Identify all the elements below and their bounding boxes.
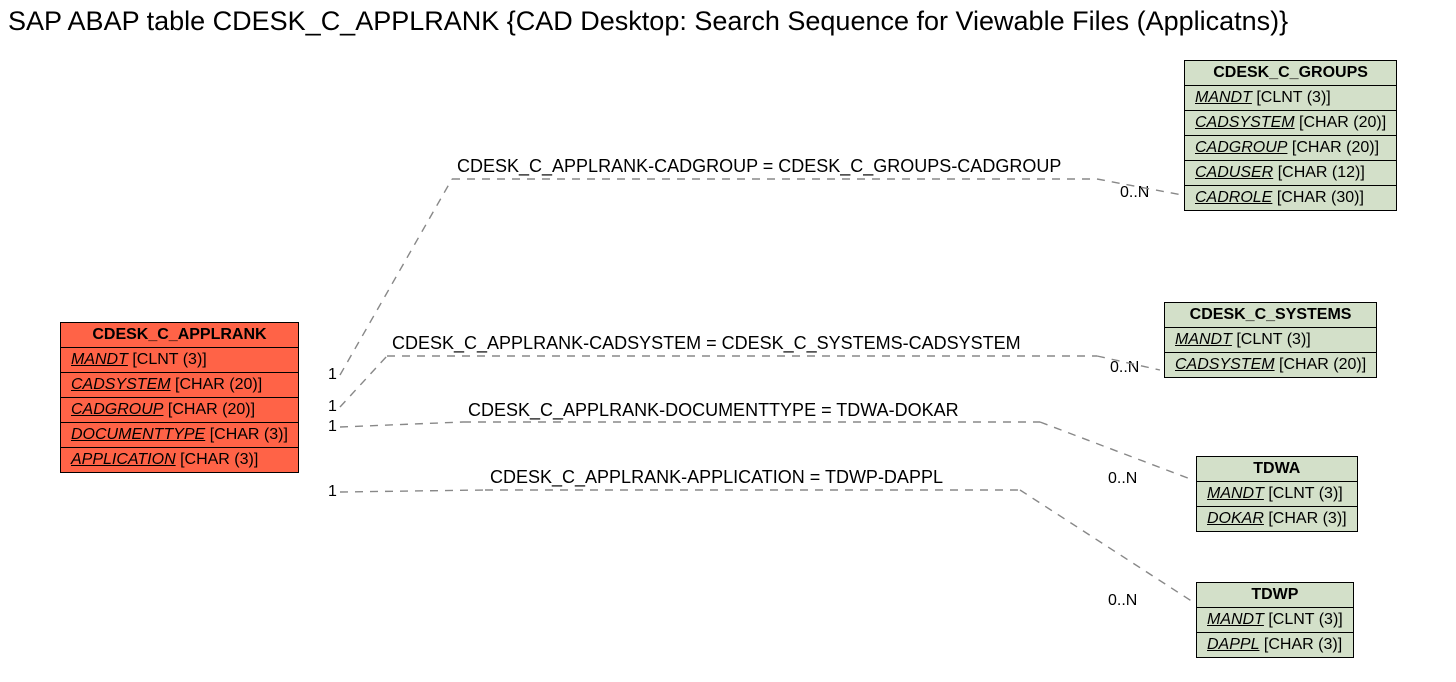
table-cdesk-c-applrank: CDESK_C_APPLRANK MANDT [CLNT (3)] CADSYS… [60,322,299,473]
field-row: MANDT [CLNT (3)] [1197,482,1358,507]
field-row: DOCUMENTTYPE [CHAR (3)] [61,423,299,448]
cardinality-right-4: 0..N [1108,592,1137,610]
relation-label-documenttype: CDESK_C_APPLRANK-DOCUMENTTYPE = TDWA-DOK… [468,400,959,421]
table-tdwp: TDWP MANDT [CLNT (3)] DAPPL [CHAR (3)] [1196,582,1354,658]
field-row: DAPPL [CHAR (3)] [1197,633,1354,658]
field-row: MANDT [CLNT (3)] [1165,328,1377,353]
field-row: MANDT [CLNT (3)] [1185,86,1397,111]
field-row: CADUSER [CHAR (12)] [1185,161,1397,186]
table-header: CDESK_C_GROUPS [1185,61,1397,86]
table-cdesk-c-groups: CDESK_C_GROUPS MANDT [CLNT (3)] CADSYSTE… [1184,60,1397,211]
field-row: CADSYSTEM [CHAR (20)] [1185,111,1397,136]
table-header: TDWA [1197,457,1358,482]
cardinality-left-3: 1 [328,418,337,436]
er-diagram: { "title": "SAP ABAP table CDESK_C_APPLR… [0,0,1456,682]
field-row: MANDT [CLNT (3)] [61,348,299,373]
table-cdesk-c-systems: CDESK_C_SYSTEMS MANDT [CLNT (3)] CADSYST… [1164,302,1377,378]
relation-label-cadgroup: CDESK_C_APPLRANK-CADGROUP = CDESK_C_GROU… [457,156,1061,177]
relation-label-cadsystem: CDESK_C_APPLRANK-CADSYSTEM = CDESK_C_SYS… [392,333,1021,354]
field-row: CADSYSTEM [CHAR (20)] [61,373,299,398]
table-header: CDESK_C_SYSTEMS [1165,303,1377,328]
field-row: APPLICATION [CHAR (3)] [61,448,299,473]
field-row: DOKAR [CHAR (3)] [1197,507,1358,532]
table-header: CDESK_C_APPLRANK [61,323,299,348]
field-row: CADROLE [CHAR (30)] [1185,186,1397,211]
table-tdwa: TDWA MANDT [CLNT (3)] DOKAR [CHAR (3)] [1196,456,1358,532]
cardinality-right-1: 0..N [1120,184,1149,202]
diagram-title: SAP ABAP table CDESK_C_APPLRANK {CAD Des… [8,6,1288,37]
field-row: MANDT [CLNT (3)] [1197,608,1354,633]
field-row: CADGROUP [CHAR (20)] [61,398,299,423]
table-header: TDWP [1197,583,1354,608]
field-row: CADGROUP [CHAR (20)] [1185,136,1397,161]
cardinality-right-2: 0..N [1110,359,1139,377]
cardinality-left-2: 1 [328,398,337,416]
cardinality-left-4: 1 [328,483,337,501]
cardinality-right-3: 0..N [1108,470,1137,488]
relation-label-application: CDESK_C_APPLRANK-APPLICATION = TDWP-DAPP… [490,467,943,488]
cardinality-left-1: 1 [328,366,337,384]
field-row: CADSYSTEM [CHAR (20)] [1165,353,1377,378]
